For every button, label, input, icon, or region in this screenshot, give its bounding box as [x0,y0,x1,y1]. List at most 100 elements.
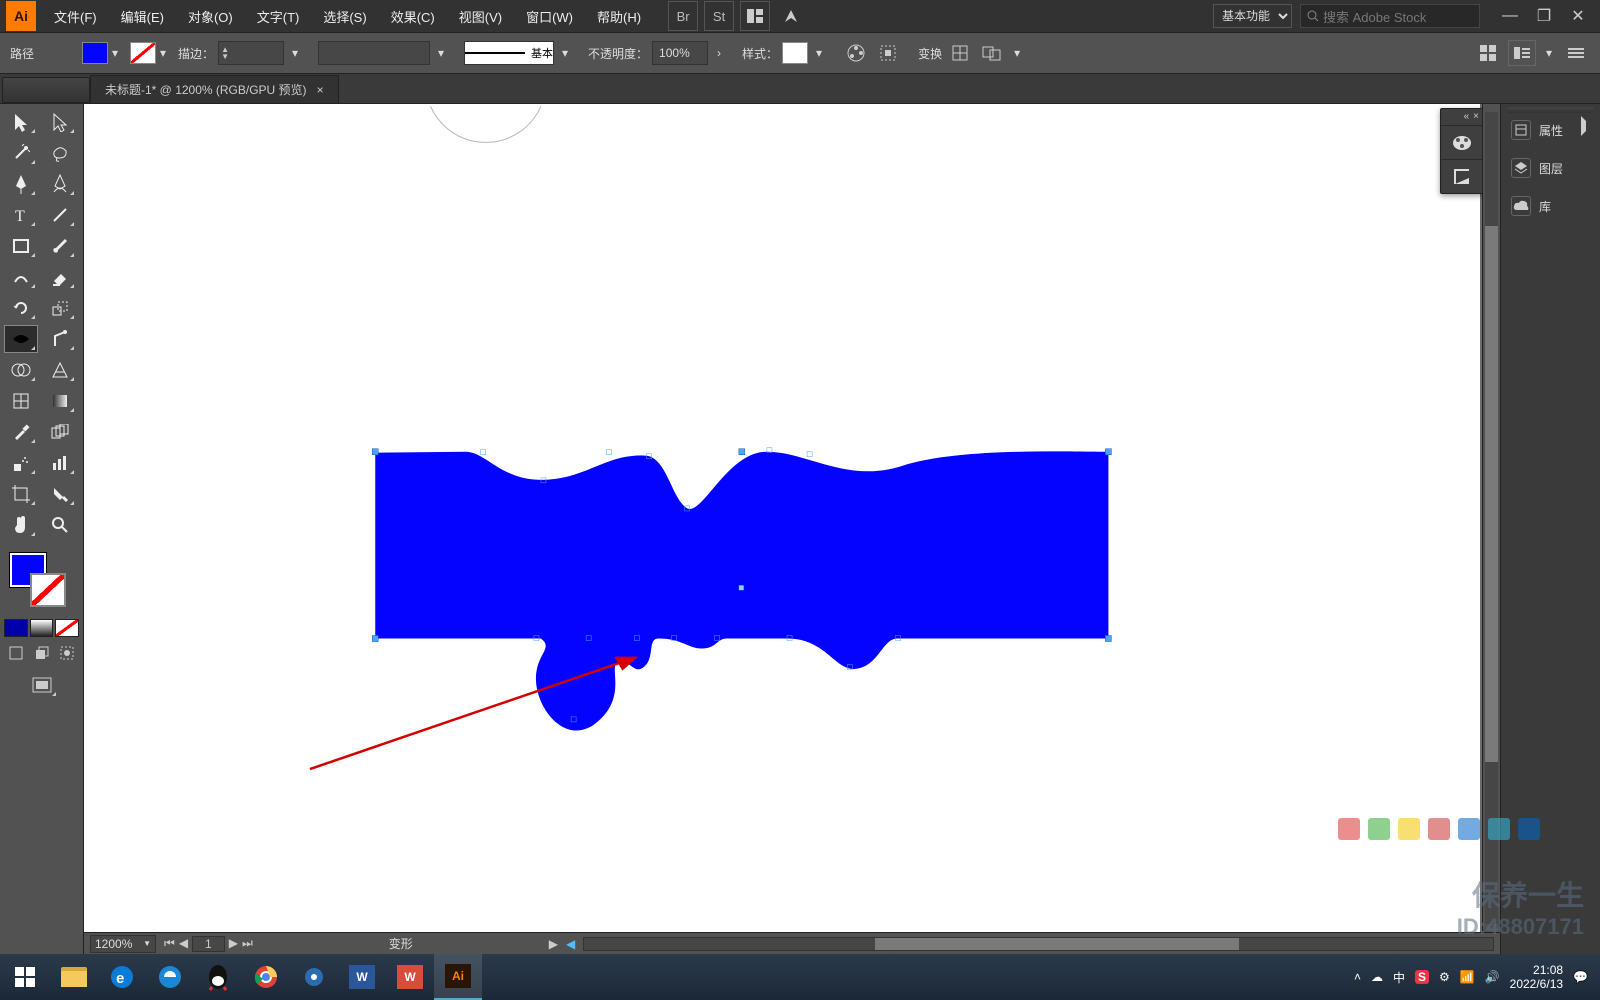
stroke-profile[interactable]: 基本 [464,41,554,65]
scale-tool[interactable] [43,294,77,322]
menu-window[interactable]: 窗口(W) [514,0,585,32]
menu-object[interactable]: 对象(O) [176,0,245,32]
status-expand-icon[interactable]: ◀ [566,937,575,951]
lasso-tool[interactable] [43,139,77,167]
panel-layers[interactable]: 图层 [1501,152,1600,184]
fill-swatch[interactable] [82,42,108,64]
brush-definition-menu[interactable]: ▾ [434,46,448,60]
vertical-scrollbar[interactable] [1482,104,1500,932]
opacity-menu[interactable]: › [712,46,726,60]
zoom-tool[interactable] [43,511,77,539]
artboard[interactable] [84,104,1480,932]
column-graph-tool[interactable] [43,449,77,477]
direct-selection-tool[interactable] [43,108,77,136]
mesh-tool[interactable] [4,387,38,415]
grid-view-icon[interactable] [1474,40,1502,66]
task-qq[interactable] [194,954,242,1000]
blue-shape[interactable] [375,451,1108,730]
menu-type[interactable]: 文字(T) [245,0,312,32]
perspective-grid-tool[interactable] [43,356,77,384]
horizontal-scrollbar[interactable] [583,937,1494,951]
task-word[interactable]: W [338,954,386,1000]
stroke-swatch[interactable] [130,42,156,64]
isolate-mask-icon[interactable] [946,40,974,66]
menu-effect[interactable]: 效果(C) [379,0,447,32]
task-edge[interactable]: e [98,954,146,1000]
stock-icon[interactable]: St [704,1,734,31]
gradient-tool[interactable] [43,387,77,415]
list-offset-menu[interactable]: ▾ [1542,46,1556,60]
start-button[interactable] [0,954,50,1000]
panel-properties[interactable]: 属性 [1501,114,1600,146]
window-close[interactable]: ✕ [1566,4,1590,28]
free-transform-tool[interactable] [43,325,77,353]
notifications-icon[interactable]: 💬 [1573,970,1588,984]
artboard-tool[interactable] [4,480,38,508]
draw-inside-icon[interactable] [55,643,79,663]
line-segment-tool[interactable] [43,201,77,229]
panel-close-icon[interactable]: × [1473,111,1479,123]
color-mode-none[interactable] [55,619,79,637]
stroke-weight-menu[interactable]: ▾ [288,46,302,60]
taskbar-clock[interactable]: 21:082022/6/13 [1510,963,1563,991]
document-tab[interactable]: 未标题-1* @ 1200% (RGB/GPU 预览) × [90,75,339,103]
next-artboard-icon[interactable]: ▶ [229,936,238,952]
rotate-tool[interactable] [4,294,38,322]
draw-behind-icon[interactable] [30,643,54,663]
tray-sogou-icon[interactable]: S [1415,970,1429,984]
artboard-nav[interactable]: ⏮ ◀ 1 ▶ ⏭ [164,936,253,952]
task-browser2[interactable] [146,954,194,1000]
type-tool[interactable]: T [4,201,38,229]
selection-tool[interactable] [4,108,38,136]
screen-mode-toggle[interactable] [25,671,59,699]
graphic-style-swatch[interactable] [782,42,808,64]
fill-stroke-indicator[interactable] [4,549,79,615]
tray-expand-icon[interactable]: ˄ [1354,970,1361,984]
menu-help[interactable]: 帮助(H) [585,0,653,32]
fill-swatch-menu[interactable]: ▾ [108,46,122,60]
window-restore[interactable]: ❐ [1532,4,1556,28]
transform-label[interactable]: 变换 [918,45,942,62]
prev-artboard-icon[interactable]: ◀ [179,936,188,952]
tray-settings-icon[interactable]: ⚙ [1439,970,1450,984]
recolor-art-icon[interactable] [842,40,870,66]
eyedropper-tool[interactable] [4,418,38,446]
stroke-profile-menu[interactable]: ▾ [558,46,572,60]
list-offset-icon[interactable] [1508,40,1536,66]
color-panel-icon[interactable] [1441,125,1483,159]
close-tab-icon[interactable]: × [317,83,324,97]
menu-view[interactable]: 视图(V) [447,0,514,32]
panel-menu-icon[interactable] [1562,40,1590,66]
tray-network-icon[interactable]: 📶 [1460,970,1475,984]
menu-edit[interactable]: 编辑(E) [109,0,176,32]
arrange-docs-icon[interactable] [740,1,770,31]
paintbrush-tool[interactable] [43,232,77,260]
last-artboard-icon[interactable]: ⏭ [242,936,253,952]
eraser-tool[interactable] [43,263,77,291]
shape-builder-tool[interactable] [4,356,38,384]
ime-indicator[interactable]: 中 [1393,969,1405,986]
shape-mode-icon[interactable] [978,40,1006,66]
panel-collapse-icon[interactable]: « [1464,111,1470,123]
color-mode-gradient[interactable] [30,619,54,637]
stock-search[interactable]: 搜索 Adobe Stock [1300,4,1480,28]
rectangle-tool[interactable] [4,232,38,260]
first-artboard-icon[interactable]: ⏮ [164,936,175,952]
shaper-tool[interactable] [4,263,38,291]
align-panel-icon[interactable] [874,40,902,66]
artboard-index[interactable]: 1 [192,936,225,952]
task-illustrator[interactable]: Ai [434,954,482,1000]
draw-normal-icon[interactable] [4,643,28,663]
task-settings[interactable] [290,954,338,1000]
panel-libraries[interactable]: 库 [1501,190,1600,222]
width-tool[interactable] [4,325,38,353]
menu-select[interactable]: 选择(S) [311,0,378,32]
color-mode-solid[interactable] [4,619,28,637]
tray-volume-icon[interactable]: 🔊 [1485,970,1500,984]
magic-wand-tool[interactable] [4,139,38,167]
workspace-switcher[interactable]: 基本功能 [1213,4,1292,28]
tray-onedrive-icon[interactable]: ☁ [1371,970,1383,984]
pen-tool[interactable] [4,170,38,198]
hand-tool[interactable] [4,511,38,539]
curvature-tool[interactable] [43,170,77,198]
